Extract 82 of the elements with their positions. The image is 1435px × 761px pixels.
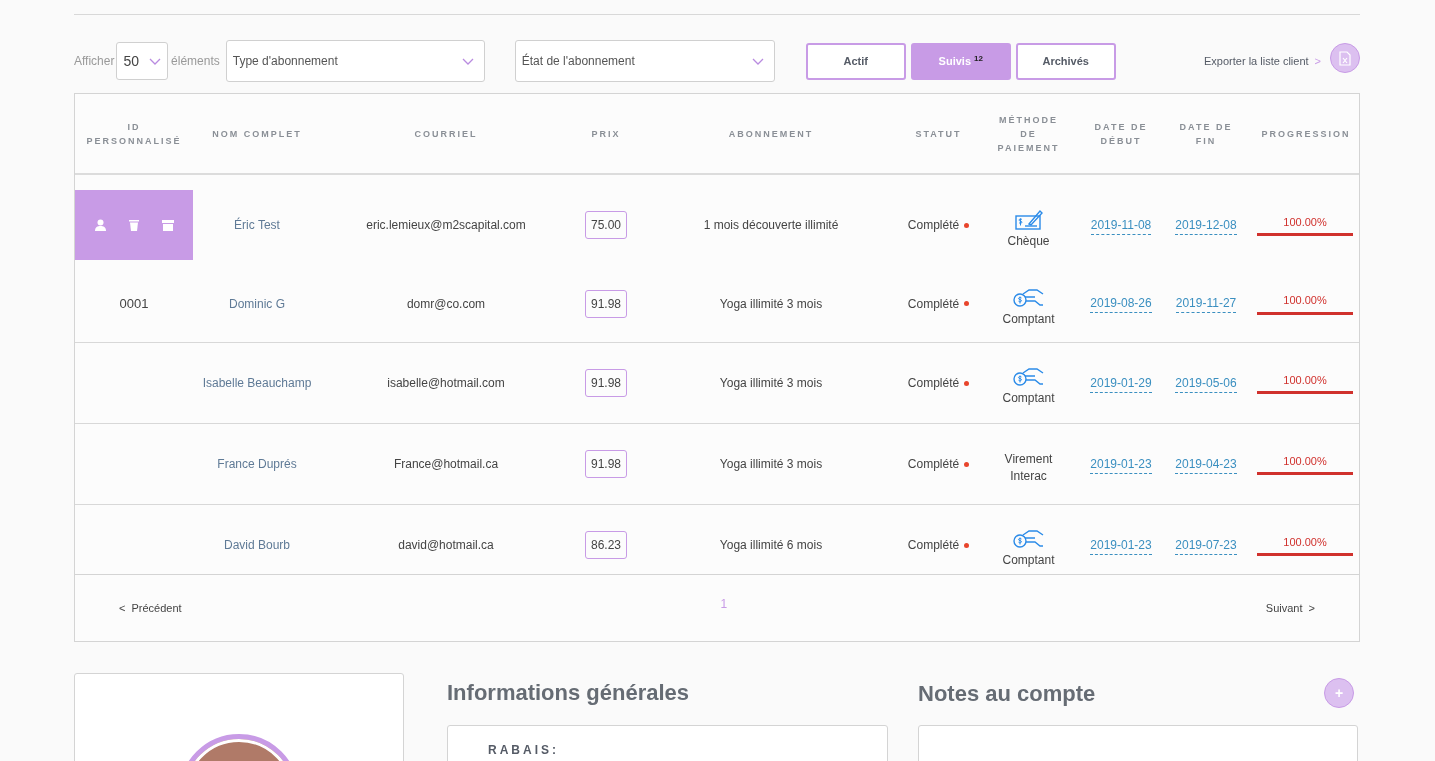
- cheque-icon: [1014, 208, 1043, 230]
- column-header: DATE DE FIN: [1178, 120, 1234, 148]
- client-name-link[interactable]: David Bourb: [193, 536, 321, 554]
- progress-text: 100.00%: [1283, 293, 1327, 309]
- previous-link[interactable]: < Précédent: [119, 599, 182, 617]
- hand-coin-icon: [1012, 529, 1045, 549]
- export-link[interactable]: Exporter la liste client >: [1204, 52, 1321, 70]
- chevron-down-icon: [461, 57, 474, 65]
- hand-coin-icon: [1012, 367, 1045, 387]
- progress-text: 100.00%: [1283, 214, 1327, 230]
- start-date-link[interactable]: 2019-08-26: [1090, 294, 1152, 313]
- email-cell-text: eric.lemieux@m2scapital.com: [365, 217, 527, 234]
- chevron-down-icon: [149, 57, 162, 65]
- id-cell-text: 0001: [119, 294, 149, 313]
- column-header: ID PERSONNALISÉ: [85, 120, 183, 148]
- end-date-link[interactable]: 2019-12-08: [1175, 215, 1237, 235]
- show-label: Afficher: [74, 53, 115, 70]
- subscription-cell-text: Yoga illimité 3 mois: [718, 456, 824, 473]
- start-date-link[interactable]: 2019-01-29: [1090, 373, 1152, 393]
- chevron-down-icon: [751, 57, 764, 65]
- client-name-link[interactable]: Éric Test: [193, 216, 321, 234]
- client-name-link[interactable]: France Duprés: [193, 455, 321, 473]
- column-header: PRIX: [591, 127, 621, 141]
- column-header: COURRIEL: [414, 127, 478, 141]
- payment-method: Chèque: [1006, 233, 1051, 250]
- next-link[interactable]: Suivant >: [1265, 599, 1315, 617]
- column-header: ABONNEMENT: [728, 127, 814, 141]
- filter-tab[interactable]: Suivis $^{12}$: [910, 42, 1011, 80]
- page-size-select[interactable]: 50: [116, 42, 169, 80]
- end-date-link[interactable]: 2019-11-27: [1175, 294, 1237, 313]
- payment-method: Comptant: [1001, 310, 1056, 328]
- status-text: Complété: [907, 456, 960, 473]
- trash-icon[interactable]: [128, 219, 139, 231]
- filter-tab[interactable]: Actif: [805, 42, 906, 80]
- spreadsheet-file-icon: [1339, 50, 1351, 66]
- column-header: NOM COMPLET: [212, 127, 302, 141]
- column-header: STATUT: [915, 127, 962, 141]
- subscription-type-select[interactable]: Type d'abonnement: [225, 40, 485, 82]
- payment-method: Virement Interac: [1003, 451, 1054, 485]
- progress-text: 100.00%: [1283, 372, 1327, 388]
- column-header: MÉTHODE DE PAIEMENT: [996, 113, 1061, 155]
- email-cell-text: France@hotmail.ca: [392, 456, 500, 473]
- user-icon[interactable]: [94, 219, 106, 231]
- subscription-cell-text: Yoga illimité 6 mois: [718, 537, 824, 554]
- subscription-cell-text: 1 mois découverte illimité: [702, 217, 840, 234]
- start-date-link[interactable]: 2019-11-08: [1090, 215, 1152, 235]
- end-date-link[interactable]: 2019-05-06: [1175, 373, 1237, 393]
- status-text: Complété: [907, 537, 960, 554]
- email-cell-text: david@hotmail.ca: [397, 537, 495, 554]
- field-label: RABAIS:: [488, 743, 560, 757]
- status-text: Complété: [907, 295, 960, 313]
- price-tag: 86.23: [585, 531, 627, 559]
- payment-method: Comptant: [1001, 552, 1056, 569]
- status-text: Complété: [907, 375, 960, 392]
- start-date-link[interactable]: 2019-01-23: [1090, 535, 1152, 555]
- subscription-cell-text: Yoga illimité 3 mois: [718, 375, 824, 392]
- progress-text: 100.00%: [1283, 534, 1327, 550]
- status-text: Complété: [907, 217, 960, 234]
- filter-tab[interactable]: Archivés: [1015, 42, 1116, 80]
- client-name-link[interactable]: Dominic G: [193, 294, 321, 313]
- email-cell-text: isabelle@hotmail.com: [386, 375, 506, 392]
- section-title: Informations générales: [447, 679, 691, 707]
- archive-box-icon[interactable]: [161, 219, 174, 231]
- progress-text: 100.00%: [1283, 453, 1327, 469]
- start-date-link[interactable]: 2019-01-23: [1090, 454, 1152, 474]
- excel-export-button[interactable]: [1330, 43, 1360, 73]
- price-tag: 91.98: [585, 369, 627, 397]
- subscription-cell-text: Yoga illimité 3 mois: [718, 295, 824, 313]
- payment-method: Comptant: [1001, 390, 1056, 407]
- subscription-state-select[interactable]: État de l'abonnement: [514, 40, 775, 82]
- client-name-link[interactable]: Isabelle Beauchamp: [193, 374, 321, 392]
- price-tag: 91.98: [585, 450, 627, 478]
- column-header: PROGRESSION: [1261, 127, 1351, 141]
- end-date-link[interactable]: 2019-07-23: [1175, 535, 1237, 555]
- price-tag: 75.00: [585, 211, 627, 239]
- email-cell-text: domr@co.com: [405, 295, 487, 313]
- column-header: DATE DE DÉBUT: [1093, 120, 1149, 148]
- end-date-link[interactable]: 2019-04-23: [1175, 454, 1237, 474]
- items-label: éléments: [171, 53, 220, 70]
- section-title: Notes au compte: [918, 679, 1096, 708]
- price-tag: 91.98: [585, 289, 627, 318]
- hand-coin-icon: [1012, 287, 1045, 308]
